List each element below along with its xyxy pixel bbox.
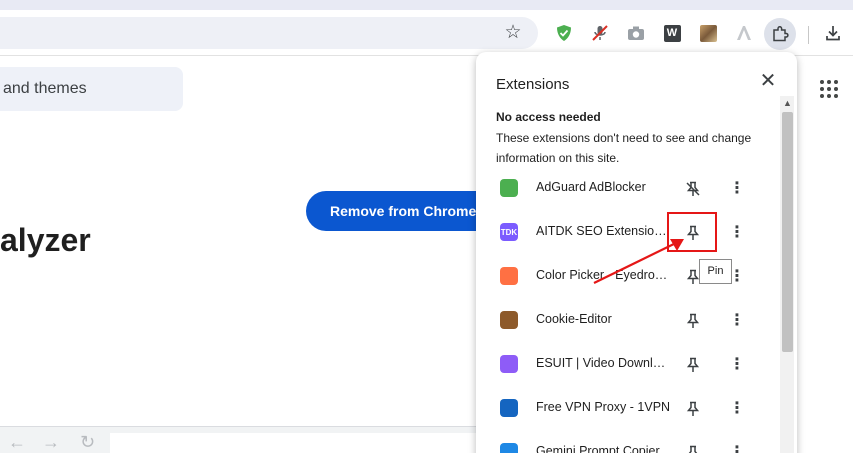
- more-options-icon[interactable]: ⋮: [726, 222, 748, 244]
- download-icon[interactable]: [822, 22, 844, 44]
- more-options-icon[interactable]: ⋮: [726, 310, 748, 332]
- pin-icon[interactable]: [682, 354, 704, 376]
- pin-icon[interactable]: [682, 398, 704, 420]
- more-options-icon[interactable]: ⋮: [726, 354, 748, 376]
- panel-title: Extensions: [496, 76, 570, 93]
- unpin-icon[interactable]: [682, 178, 704, 200]
- inner-address-bar[interactable]: [110, 433, 480, 453]
- extension-name: Free VPN Proxy - 1VPN: [536, 400, 671, 414]
- section-title: No access needed: [496, 110, 601, 124]
- extension-logo-icon: TDK: [500, 223, 518, 241]
- scroll-up-icon[interactable]: ▲: [783, 98, 792, 108]
- puzzle-icon: [773, 25, 789, 42]
- tab-strip: [0, 0, 853, 10]
- extension-row[interactable]: ESUIT | Video Downloa... ⋮: [476, 342, 776, 386]
- extension-logo-icon: [500, 311, 518, 329]
- close-icon[interactable]: ✕: [757, 70, 779, 92]
- browser-toolbar: ☆ W: [0, 10, 853, 56]
- more-options-icon[interactable]: ⋮: [726, 398, 748, 420]
- annotation-arrow: [593, 239, 684, 284]
- toolbar-separator: [808, 26, 809, 44]
- section-description: These extensions don't need to see and c…: [496, 131, 752, 165]
- scrollbar-thumb[interactable]: [782, 112, 793, 352]
- pin-icon[interactable]: [682, 442, 704, 453]
- pin-tooltip: Pin: [699, 259, 732, 284]
- reload-icon[interactable]: ↻: [80, 432, 95, 453]
- extension-logo-icon: [500, 399, 518, 417]
- apps-grid-icon[interactable]: [820, 80, 838, 98]
- camera-icon[interactable]: [625, 22, 647, 44]
- more-options-icon[interactable]: ⋮: [726, 178, 748, 200]
- back-icon[interactable]: ←: [8, 432, 26, 453]
- forward-icon[interactable]: →: [42, 432, 60, 453]
- extension-name: Cookie-Editor: [536, 312, 612, 326]
- extension-name: ESUIT | Video Downloa...: [536, 356, 672, 370]
- extension-logo-icon: [500, 267, 518, 285]
- search-text: and themes: [3, 80, 87, 97]
- extension-logo-icon: [500, 179, 518, 197]
- extension-row[interactable]: Gemini Prompt Copier ⋮: [476, 430, 776, 453]
- remove-from-chrome-button[interactable]: Remove from Chrome: [306, 191, 496, 231]
- a-logo-icon[interactable]: [733, 22, 755, 44]
- muted-mic-icon[interactable]: [589, 22, 611, 44]
- extensions-button[interactable]: [764, 18, 796, 50]
- more-options-icon[interactable]: ⋮: [726, 442, 748, 453]
- address-bar[interactable]: [0, 17, 538, 49]
- image-icon[interactable]: [697, 22, 719, 44]
- extension-logo-icon: [500, 355, 518, 373]
- extension-row[interactable]: Free VPN Proxy - 1VPN ⋮: [476, 386, 776, 430]
- extension-row[interactable]: Cookie-Editor ⋮: [476, 298, 776, 342]
- star-icon[interactable]: ☆: [503, 23, 523, 43]
- extension-name: Gemini Prompt Copier: [536, 444, 660, 453]
- w-icon[interactable]: W: [661, 22, 683, 44]
- extension-name: AdGuard AdBlocker: [536, 180, 646, 194]
- adguard-icon[interactable]: [553, 22, 575, 44]
- pin-icon[interactable]: [682, 310, 704, 332]
- extension-logo-icon: [500, 443, 518, 453]
- page-title: alyzer: [0, 222, 91, 258]
- extension-row[interactable]: AdGuard AdBlocker ⋮: [476, 166, 776, 210]
